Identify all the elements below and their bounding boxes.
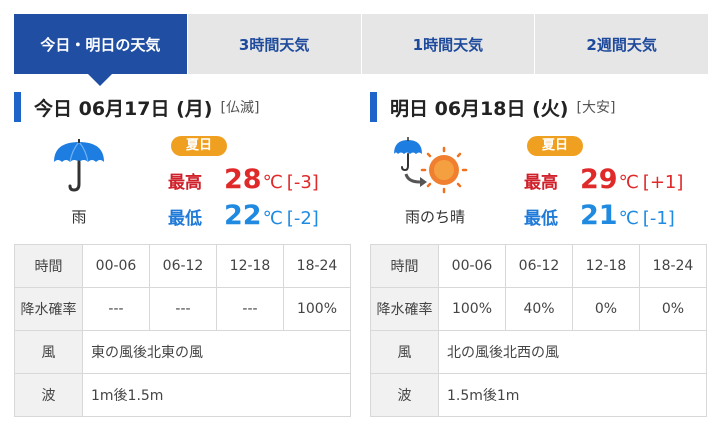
table-row: 降水確率 --- --- --- 100% [14, 287, 351, 331]
tab-2-week[interactable]: 2週間天気 [535, 14, 708, 74]
today-forecast-panel: 今日 06月17日 (月) [仏滅] 雨 夏日 最高 28 ℃ [-3] 最低 … [14, 90, 351, 417]
high-diff: [+1] [642, 172, 684, 193]
rain-cell: --- [82, 287, 150, 331]
rain-cell: 0% [572, 287, 640, 331]
header-accent-bar [14, 92, 21, 122]
period-cell: 12-18 [216, 244, 284, 288]
period-cell: 00-06 [82, 244, 150, 288]
table-row: 波 1.5m後1m [370, 373, 707, 417]
table-row: 風 北の風後北西の風 [370, 330, 707, 374]
tomorrow-high-temp: 最高 29 ℃ [+1] [524, 164, 683, 196]
wave-header: 波 [14, 373, 83, 417]
period-cell: 18-24 [283, 244, 351, 288]
today-weather-label: 雨 [71, 208, 87, 226]
tomorrow-weather-summary: 雨のち晴 夏日 最高 29 ℃ [+1] 最低 21 ℃ [-1] [370, 124, 707, 236]
low-value: 22 [224, 200, 262, 231]
rain-cell: --- [149, 287, 217, 331]
rain-then-sun-icon [370, 136, 500, 200]
today-low-temp: 最低 22 ℃ [-2] [168, 200, 319, 232]
today-header: 今日 06月17日 (月) [仏滅] [14, 90, 351, 124]
table-row: 波 1m後1.5m [14, 373, 351, 417]
rain-cell: 0% [639, 287, 707, 331]
wind-header: 風 [370, 330, 439, 374]
low-label: 最低 [168, 209, 202, 229]
tomorrow-header: 明日 06月18日 (火) [大安] [370, 90, 707, 124]
today-weather-summary: 雨 夏日 最高 28 ℃ [-3] 最低 22 ℃ [-2] [14, 124, 351, 236]
wind-cell: 東の風後北東の風 [82, 330, 351, 374]
wind-header: 風 [14, 330, 83, 374]
tab-3-hour[interactable]: 3時間天気 [187, 14, 362, 74]
today-high-temp: 最高 28 ℃ [-3] [168, 164, 319, 196]
header-accent-bar [370, 92, 377, 122]
forecast-tabs: 今日・明日の天気 3時間天気 1時間天気 2週間天気 [14, 14, 708, 86]
table-row: 風 東の風後北東の風 [14, 330, 351, 374]
wave-cell: 1m後1.5m [82, 373, 351, 417]
tomorrow-weather-label: 雨のち晴 [404, 208, 465, 226]
rain-header: 降水確率 [370, 287, 439, 331]
table-row: 降水確率 100% 40% 0% 0% [370, 287, 707, 331]
today-rokuyo: [仏滅] [220, 100, 260, 116]
low-unit: ℃ [618, 208, 639, 229]
rain-cell: 40% [505, 287, 573, 331]
period-cell: 12-18 [572, 244, 640, 288]
tomorrow-low-temp: 最低 21 ℃ [-1] [524, 200, 675, 232]
rain-header: 降水確率 [14, 287, 83, 331]
low-unit: ℃ [262, 208, 283, 229]
period-cell: 18-24 [639, 244, 707, 288]
high-unit: ℃ [618, 172, 639, 193]
tomorrow-summer-day-badge: 夏日 [527, 136, 583, 156]
wave-cell: 1.5m後1m [438, 373, 707, 417]
tomorrow-date-title: 明日 06月18日 (火) [390, 97, 569, 120]
high-value: 29 [580, 164, 618, 195]
tomorrow-rokuyo: [大安] [576, 100, 616, 116]
rain-cell: --- [216, 287, 284, 331]
umbrella-icon [14, 136, 144, 200]
high-value: 28 [224, 164, 262, 195]
time-header: 時間 [14, 244, 83, 288]
time-header: 時間 [370, 244, 439, 288]
tab-1-hour[interactable]: 1時間天気 [361, 14, 536, 74]
high-label: 最高 [168, 173, 202, 193]
tomorrow-detail-table: 時間 00-06 06-12 12-18 18-24 降水確率 100% 40%… [370, 244, 707, 417]
period-cell: 06-12 [505, 244, 573, 288]
low-diff: [-2] [286, 208, 319, 229]
wind-cell: 北の風後北西の風 [438, 330, 707, 374]
table-row: 時間 00-06 06-12 12-18 18-24 [14, 244, 351, 288]
today-date-title: 今日 06月17日 (月) [34, 97, 213, 120]
high-unit: ℃ [262, 172, 283, 193]
tab-today-tomorrow[interactable]: 今日・明日の天気 [14, 14, 188, 86]
low-value: 21 [580, 200, 618, 231]
rain-cell: 100% [438, 287, 506, 331]
high-diff: [-3] [286, 172, 319, 193]
today-detail-table: 時間 00-06 06-12 12-18 18-24 降水確率 --- --- … [14, 244, 351, 417]
wave-header: 波 [370, 373, 439, 417]
rain-cell: 100% [283, 287, 351, 331]
low-diff: [-1] [642, 208, 675, 229]
today-summer-day-badge: 夏日 [171, 136, 227, 156]
low-label: 最低 [524, 209, 558, 229]
table-row: 時間 00-06 06-12 12-18 18-24 [370, 244, 707, 288]
tomorrow-forecast-panel: 明日 06月18日 (火) [大安] 雨のち晴 夏日 最高 29 ℃ [+1] … [370, 90, 707, 417]
high-label: 最高 [524, 173, 558, 193]
period-cell: 06-12 [149, 244, 217, 288]
period-cell: 00-06 [438, 244, 506, 288]
